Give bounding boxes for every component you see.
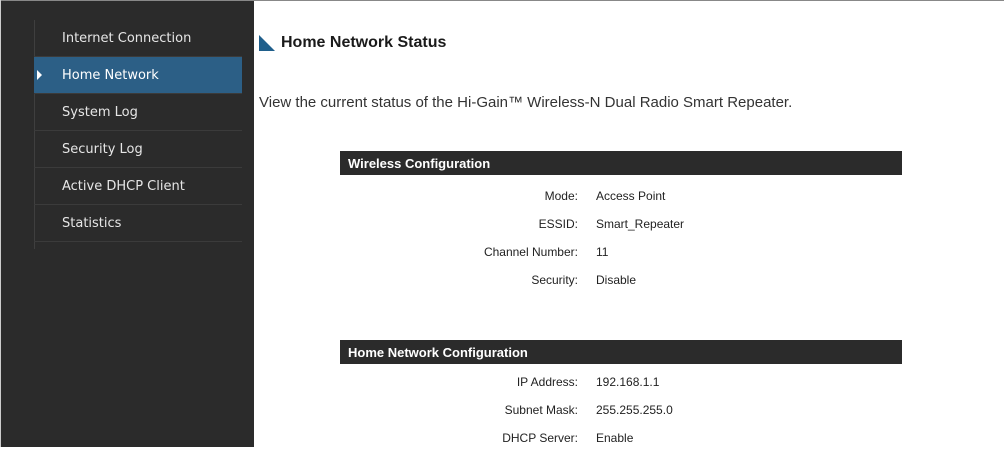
field-label: ESSID:	[538, 217, 578, 231]
field-value: Disable	[596, 273, 637, 287]
field-label: Subnet Mask:	[504, 403, 578, 417]
wireless-row-channel: Channel Number: 11	[340, 245, 902, 267]
sidebar-item-internet-connection[interactable]: Internet Connection	[34, 20, 242, 57]
home-row-subnet-mask: Subnet Mask: 255.255.255.0	[340, 403, 902, 425]
field-value: 255.255.255.0	[596, 403, 673, 417]
home-row-dhcp-server: DHCP Server: Enable	[340, 431, 902, 453]
field-label: Security:	[531, 273, 578, 287]
sidebar-item-label: Internet Connection	[62, 31, 192, 46]
field-label: Channel Number:	[483, 245, 578, 259]
field-value: Access Point	[596, 189, 666, 203]
sidebar-item-system-log[interactable]: System Log	[34, 94, 242, 131]
field-value: 11	[596, 245, 609, 259]
field-value: 192.168.1.1	[596, 375, 660, 389]
wireless-config-header: Wireless Configuration	[340, 151, 902, 175]
field-value: Enable	[596, 431, 634, 445]
sidebar-item-label: Active DHCP Client	[62, 179, 185, 194]
sidebar-item-label: Statistics	[62, 216, 122, 231]
sidebar-item-security-log[interactable]: Security Log	[34, 131, 242, 168]
intro-text: View the current status of the Hi-Gain™ …	[259, 94, 793, 111]
sidebar-item-statistics[interactable]: Statistics	[34, 205, 242, 242]
sidebar-item-label: Security Log	[62, 142, 143, 157]
title-triangle-icon	[259, 35, 275, 51]
wireless-row-essid: ESSID: Smart_Repeater	[340, 217, 902, 239]
home-network-config-header: Home Network Configuration	[340, 340, 902, 364]
sidebar-item-active-dhcp-client[interactable]: Active DHCP Client	[34, 168, 242, 205]
sidebar-item-label: Home Network	[62, 68, 159, 83]
page-title: Home Network Status	[281, 34, 447, 51]
active-arrow-icon	[37, 70, 42, 80]
field-value: Smart_Repeater	[596, 217, 685, 231]
field-label: Mode:	[544, 189, 578, 203]
sidebar-menu: Internet Connection Home Network System …	[34, 20, 242, 242]
main-content: Home Network Status View the current sta…	[254, 1, 1004, 447]
home-row-ip-address: IP Address: 192.168.1.1	[340, 375, 902, 397]
sidebar-item-home-network[interactable]: Home Network	[34, 57, 242, 94]
field-label: DHCP Server:	[502, 431, 578, 445]
wireless-row-mode: Mode: Access Point	[340, 189, 902, 211]
wireless-row-security: Security: Disable	[340, 273, 902, 295]
sidebar-item-label: System Log	[62, 105, 138, 120]
sidebar: Internet Connection Home Network System …	[1, 1, 254, 447]
field-label: IP Address:	[516, 375, 578, 389]
